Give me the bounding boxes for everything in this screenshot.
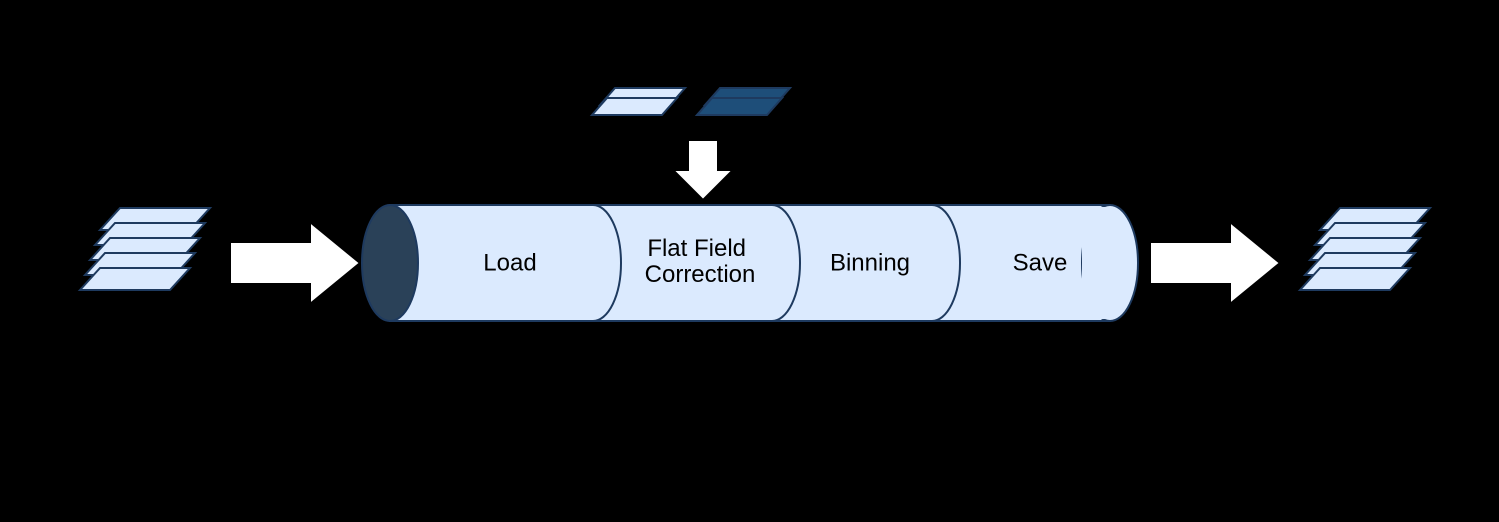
stage-label-load: Load (483, 249, 536, 276)
arrow-right-into-pipe (230, 222, 360, 304)
pipeline-diagram: Load Flat Field Correction Binning Save (0, 0, 1499, 522)
output-data-stack (1300, 208, 1430, 290)
input-data-stack (80, 208, 210, 290)
pipe-left-cap (362, 205, 418, 321)
stage-label-ffc-line1: Flat Field Correction (645, 235, 756, 288)
stage-label-save: Save (1013, 249, 1068, 276)
arrow-right-out-of-pipe (1150, 222, 1280, 304)
stage-label-binning: Binning (830, 249, 910, 276)
arrow-down-into-ffc (673, 140, 733, 200)
calibration-stack-dark (697, 88, 790, 115)
calibration-stack-light (592, 88, 685, 115)
